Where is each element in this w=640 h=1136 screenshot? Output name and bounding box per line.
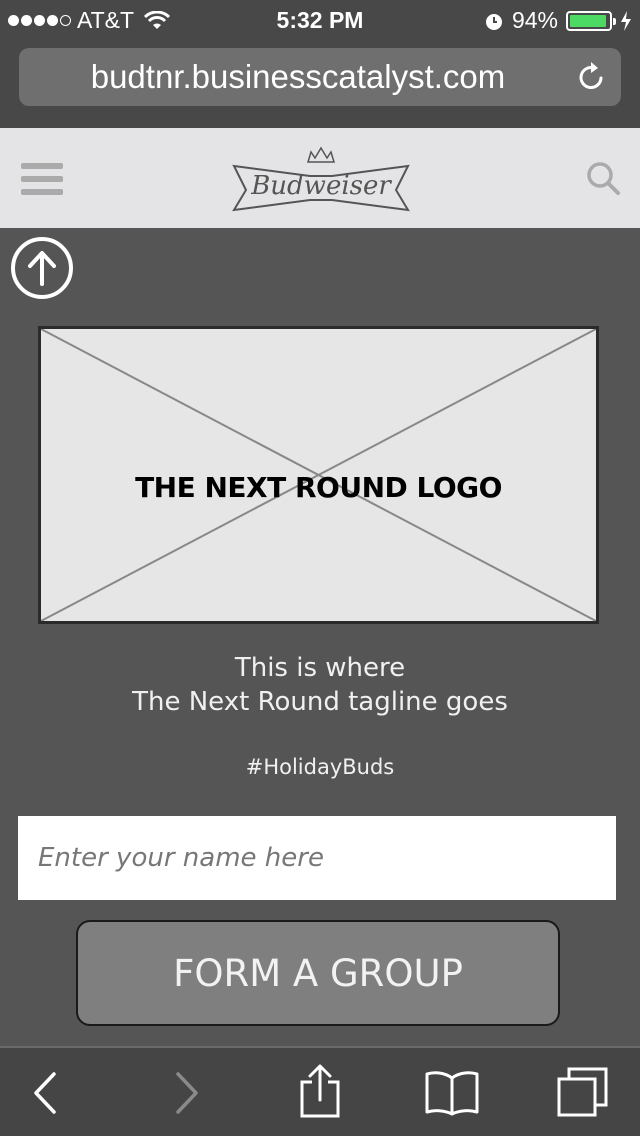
back-icon[interactable] bbox=[30, 1070, 60, 1116]
status-right: 94% bbox=[484, 7, 632, 34]
hashtag: #HolidayBuds bbox=[245, 755, 395, 779]
forward-icon[interactable] bbox=[172, 1070, 202, 1116]
status-bar: AT&T 5:32 PM 94% bbox=[0, 0, 640, 40]
name-input[interactable] bbox=[18, 816, 616, 900]
hamburger-menu-icon[interactable] bbox=[21, 163, 63, 195]
reload-icon[interactable] bbox=[577, 60, 607, 92]
browser-toolbar bbox=[0, 1046, 640, 1136]
form-a-group-button[interactable]: FORM A GROUP bbox=[76, 920, 560, 1026]
bookmarks-icon[interactable] bbox=[424, 1070, 480, 1116]
browser-address-area: budtnr.businesscatalyst.com bbox=[0, 40, 640, 128]
tabs-icon[interactable] bbox=[556, 1066, 610, 1118]
url-text[interactable]: budtnr.businesscatalyst.com bbox=[0, 58, 620, 96]
search-icon[interactable] bbox=[585, 160, 621, 196]
svg-text:Budweiser: Budweiser bbox=[250, 171, 392, 201]
battery-icon bbox=[566, 10, 616, 31]
tagline-line-1: This is where bbox=[234, 653, 406, 683]
tagline-line-2: The Next Round tagline goes bbox=[132, 687, 508, 717]
share-icon[interactable] bbox=[298, 1064, 342, 1118]
budweiser-logo[interactable]: Budweiser bbox=[228, 144, 414, 214]
logo-placeholder-label: THE NEXT ROUND LOGO bbox=[135, 471, 502, 504]
logo-placeholder-image: THE NEXT ROUND LOGO bbox=[38, 326, 599, 624]
battery-percent: 94% bbox=[511, 7, 558, 33]
charging-icon bbox=[621, 10, 631, 31]
arrow-up-circle-icon[interactable] bbox=[10, 236, 74, 300]
site-header: Budweiser bbox=[0, 128, 640, 228]
tagline: This is where The Next Round tagline goe… bbox=[0, 651, 640, 719]
alarm-icon bbox=[485, 13, 502, 30]
